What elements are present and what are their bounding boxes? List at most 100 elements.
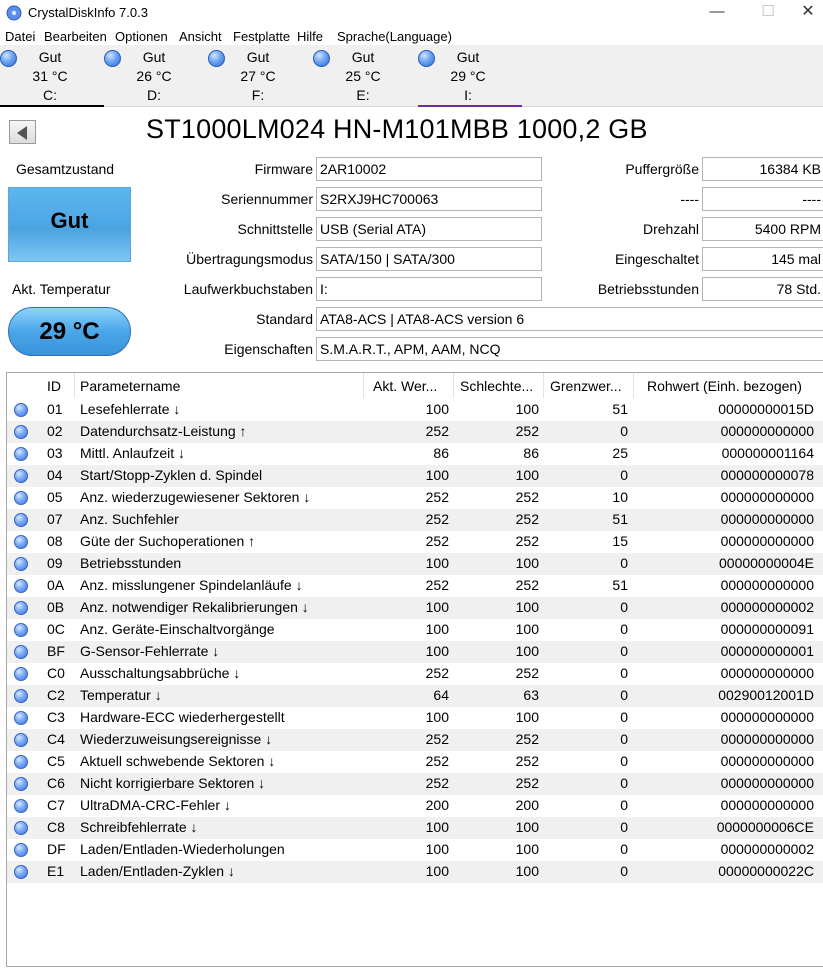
buffer-size-field: 16384 KB [702,157,823,181]
interface-field: USB (Serial ATA) [316,217,542,241]
threshold-value: 15 [612,533,628,549]
menu-sprache[interactable]: Sprache(Language) [337,29,452,44]
attribute-id: 09 [47,555,63,571]
attribute-name: Schreibfehlerrate ↓ [80,819,198,835]
current-value: 252 [425,489,449,505]
threshold-value: 0 [620,467,628,483]
unknown-field: ---- [702,187,823,211]
current-value: 86 [433,445,449,461]
table-row[interactable]: C0 Ausschaltungsabbrüche ↓ 252 252 0 00000000… [7,663,823,685]
attribute-id: BF [47,643,65,659]
worst-value: 100 [515,841,539,857]
features-label: Eigenschaften [224,341,313,357]
column-divider [453,373,454,398]
drive-tab-e[interactable]: Gut 25 °C E: [313,45,417,106]
status-good-icon [14,711,28,725]
table-row[interactable]: 03 Mittl. Anlaufzeit ↓ 86 86 25 000000001164 [7,443,823,465]
drive-tab-c[interactable]: Gut 31 °C C: [0,45,104,107]
menu-ansicht[interactable]: Ansicht [179,29,222,44]
drive-tab-i[interactable]: Gut 29 °C I: [418,45,522,107]
current-value: 100 [425,841,449,857]
worst-value: 100 [515,709,539,725]
raw-value: 000000000091 [720,621,814,637]
column-divider [363,373,364,398]
status-good-icon [14,733,28,747]
attribute-name: Nicht korrigierbare Sektoren ↓ [80,775,266,791]
arrow-left-icon [17,126,27,140]
standard-label: Standard [256,311,313,327]
status-good-icon [208,50,225,67]
threshold-value: 0 [620,643,628,659]
table-row[interactable]: 07 Anz. Suchfehler 252 252 51 000000000000 [7,509,823,531]
table-row[interactable]: 09 Betriebsstunden 100 100 0 00000000004E [7,553,823,575]
table-row[interactable]: 0B Anz. notwendiger Rekalibrierungen ↓ 100… [7,597,823,619]
health-status-button[interactable]: Gut [8,187,131,262]
table-row[interactable]: C6 Nicht korrigierbare Sektoren ↓ 252 252 0 0… [7,773,823,795]
attribute-name: Güte der Suchoperationen ↑ [80,533,256,549]
table-row[interactable]: C4 Wiederzuweisungsereignisse ↓ 252 252 0 000… [7,729,823,751]
menu-hilfe[interactable]: Hilfe [297,29,323,44]
table-row[interactable]: 0C Anz. Geräte-Einschaltvorgänge 100 100 0 00… [7,619,823,641]
close-button[interactable]: ✕ [785,0,823,26]
status-good-icon [14,447,28,461]
attribute-name: Anz. Suchfehler [80,511,179,527]
column-header-id[interactable]: ID [47,378,61,394]
attribute-name: Betriebsstunden [80,555,182,571]
drive-tab-d[interactable]: Gut 26 °C D: [104,45,208,106]
current-value: 100 [425,467,449,483]
table-row[interactable]: 05 Anz. wiederzugewiesener Sektoren ↓ 252 2… [7,487,823,509]
worst-value: 252 [515,511,539,527]
table-row[interactable]: DF Laden/Entladen-Wiederholungen 100 100 0 00… [7,839,823,861]
smart-attributes-table[interactable]: ID Parametername Akt. Wer... Schlechte..… [6,372,823,967]
status-good-icon [14,557,28,571]
table-row[interactable]: E1 Laden/Entladen-Zyklen ↓ 100 100 0 00000000… [7,861,823,883]
table-row[interactable]: C7 UltraDMA-CRC-Fehler ↓ 200 200 0 0000000000… [7,795,823,817]
table-row[interactable]: 08 Güte der Suchoperationen ↑ 252 252 15 0000… [7,531,823,553]
column-header-name[interactable]: Parametername [80,378,180,394]
table-row[interactable]: 02 Datendurchsatz-Leistung ↑ 252 252 0 000000… [7,421,823,443]
drive-status: Gut [38,49,62,65]
table-row[interactable]: C5 Aktuell schwebende Sektoren ↓ 252 252 0 00… [7,751,823,773]
menu-bearbeiten[interactable]: Bearbeiten [44,29,107,44]
temperature-value: 29 °C [39,318,100,345]
status-good-icon [14,821,28,835]
column-divider [633,373,634,398]
status-good-icon [14,843,28,857]
threshold-value: 0 [620,819,628,835]
raw-value: 00000000015D [718,401,814,417]
menu-optionen[interactable]: Optionen [115,29,168,44]
worst-value: 100 [515,819,539,835]
table-row[interactable]: C2 Temperatur ↓ 64 63 0 00290012001D [7,685,823,707]
raw-value: 000000000000 [720,731,814,747]
temperature-display[interactable]: 29 °C [8,307,131,356]
table-row[interactable]: C3 Hardware-ECC wiederhergestellt 100 100 0 0… [7,707,823,729]
table-row[interactable]: C8 Schreibfehlerrate ↓ 100 100 0 0000000006CE [7,817,823,839]
table-row[interactable]: 04 Start/Stopp-Zyklen d. Spindel 100 100 0 00… [7,465,823,487]
previous-drive-button[interactable] [9,120,36,144]
status-good-icon [14,513,28,527]
current-value: 252 [425,533,449,549]
attribute-id: 03 [47,445,63,461]
table-row[interactable]: BF G-Sensor-Fehlerrate ↓ 100 100 0 0000000000… [7,641,823,663]
menu-datei[interactable]: Datei [5,29,35,44]
status-good-icon [14,645,28,659]
minimize-button[interactable]: — [694,0,740,26]
attribute-name: Wiederzuweisungsereignisse ↓ [80,731,273,747]
transfer-mode-field: SATA/150 | SATA/300 [316,247,542,271]
column-header-worst[interactable]: Schlechte... [460,378,533,394]
column-header-threshold[interactable]: Grenzwer... [550,378,622,394]
attribute-id: 0C [47,621,65,637]
table-row[interactable]: 01 Lesefehlerrate ↓ 100 100 51 00000000015D [7,399,823,421]
menu-festplatte[interactable]: Festplatte [233,29,290,44]
worst-value: 252 [515,775,539,791]
column-header-current[interactable]: Akt. Wer... [373,378,437,394]
table-row[interactable]: 0A Anz. misslungener Spindelanläufe ↓ 252 2… [7,575,823,597]
status-good-icon [14,865,28,879]
status-good-icon [418,50,435,67]
worst-value: 252 [515,665,539,681]
column-header-raw[interactable]: Rohwert (Einh. bezogen) [647,378,802,394]
drive-tab-f[interactable]: Gut 27 °C F: [208,45,312,106]
worst-value: 100 [515,643,539,659]
threshold-value: 25 [612,445,628,461]
health-label: Gesamtzustand [16,161,115,177]
